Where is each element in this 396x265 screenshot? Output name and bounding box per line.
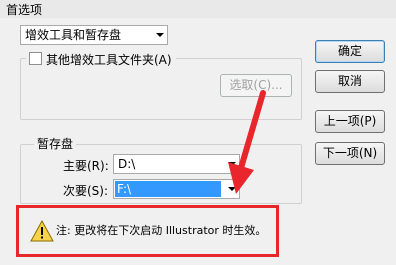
primary-scratch-value: D:\ [118, 157, 136, 171]
primary-label: 主要(R): [63, 159, 109, 173]
cancel-button[interactable]: 取消 [315, 70, 385, 93]
next-label: 下一项(N) [322, 146, 378, 160]
ok-button[interactable]: 确定 [315, 40, 385, 63]
secondary-label: 次要(S): [63, 184, 109, 198]
window-title: 首选项 [6, 3, 43, 17]
warning-icon [30, 220, 54, 242]
section-selector-dropdown[interactable]: 增效工具和暂存盘 [20, 25, 168, 45]
red-arrow-annotation [228, 90, 266, 194]
plugins-folder-checkbox[interactable] [29, 52, 42, 65]
cancel-label: 取消 [337, 74, 362, 88]
secondary-scratch-value: F:\ [115, 181, 221, 197]
next-button[interactable]: 下一项(N) [315, 142, 385, 165]
prev-button[interactable]: 上一项(P) [315, 110, 385, 133]
restart-note: 注: 更改将在下次启动 Illustrator 时生效。 [56, 224, 267, 237]
chevron-down-icon [156, 33, 164, 37]
section-selector-value: 增效工具和暂存盘 [25, 28, 122, 42]
scratch-disks-title: 暂存盘 [34, 135, 77, 152]
title-bar: 首选项 [0, 0, 396, 18]
ok-label: 确定 [337, 44, 362, 58]
plugins-folder-label: 其他增效工具文件夹(A) [46, 53, 172, 67]
plugins-checkbox-row[interactable]: 其他增效工具文件夹(A) [26, 50, 176, 67]
prev-label: 上一项(P) [323, 114, 377, 128]
